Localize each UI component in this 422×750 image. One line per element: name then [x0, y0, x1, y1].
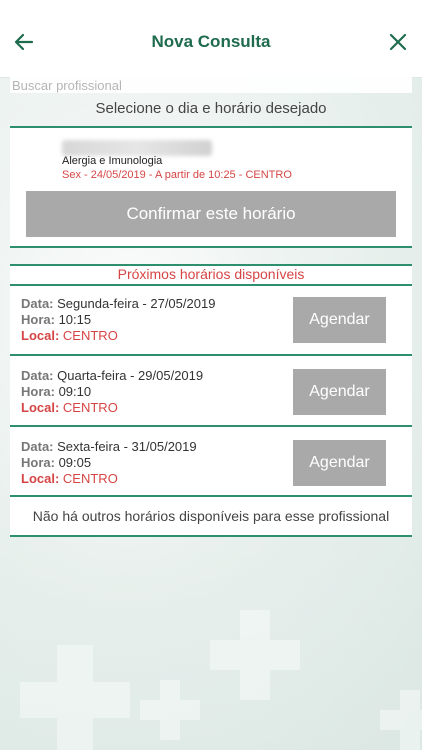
specialty-text: Alergia e Imunologia [62, 155, 163, 167]
slot-time: 10:15 [58, 312, 92, 327]
slot-place: CENTRO [62, 400, 118, 415]
selected-slot-detail: Sex - 24/05/2019 - A partir de 10:25 - C… [62, 169, 292, 181]
book-button[interactable]: Agendar [293, 369, 386, 415]
slot-info: Data: Sexta-feira - 31/05/2019 Hora: 09:… [21, 439, 197, 487]
confirm-button[interactable]: Confirmar este horário [26, 191, 396, 237]
slot-item: Data: Quarta-feira - 29/05/2019 Hora: 09… [10, 358, 412, 424]
divider [10, 246, 412, 248]
slot-place: CENTRO [62, 471, 118, 486]
slot-item: Data: Segunda-feira - 27/05/2019 Hora: 1… [10, 286, 412, 352]
page-title: Nova Consulta [151, 32, 271, 51]
time-label: Hora: [21, 384, 55, 399]
close-icon[interactable] [386, 30, 410, 54]
slot-info: Data: Segunda-feira - 27/05/2019 Hora: 1… [21, 296, 215, 344]
date-label: Data: [21, 439, 54, 454]
divider [10, 354, 412, 356]
decorative-cross [140, 680, 200, 740]
slot-place: CENTRO [62, 328, 118, 343]
book-button[interactable]: Agendar [293, 440, 386, 486]
decorative-cross [210, 610, 300, 700]
divider [10, 284, 412, 286]
next-slots-title: Próximos horários disponíveis [117, 266, 305, 282]
book-button[interactable]: Agendar [293, 297, 386, 343]
time-label: Hora: [21, 312, 55, 327]
divider [10, 126, 412, 128]
header-bar: Nova Consulta [0, 0, 422, 78]
slot-time: 09:05 [58, 455, 92, 470]
divider [10, 495, 412, 497]
date-label: Data: [21, 296, 54, 311]
decorative-cross [20, 645, 130, 750]
time-label: Hora: [21, 455, 55, 470]
divider [10, 535, 412, 537]
search-input[interactable] [10, 77, 412, 93]
slot-date: Sexta-feira - 31/05/2019 [57, 439, 197, 454]
place-label: Local: [21, 328, 60, 343]
slot-date: Segunda-feira - 27/05/2019 [57, 296, 216, 311]
professional-name-blurred [62, 140, 212, 156]
decorative-cross [380, 690, 422, 750]
slot-date: Quarta-feira - 29/05/2019 [57, 368, 204, 383]
no-more-slots-text: Não há outros horários disponíveis para … [32, 508, 390, 524]
place-label: Local: [21, 471, 60, 486]
selected-slot-panel: Alergia e Imunologia Sex - 24/05/2019 - … [10, 128, 412, 246]
divider [10, 264, 412, 266]
date-label: Data: [21, 368, 54, 383]
place-label: Local: [21, 400, 60, 415]
slot-info: Data: Quarta-feira - 29/05/2019 Hora: 09… [21, 368, 203, 416]
slot-time: 09:10 [58, 384, 92, 399]
divider [10, 425, 412, 427]
instruction-text: Selecione o dia e horário desejado [95, 100, 327, 117]
slot-item: Data: Sexta-feira - 31/05/2019 Hora: 09:… [10, 429, 412, 495]
